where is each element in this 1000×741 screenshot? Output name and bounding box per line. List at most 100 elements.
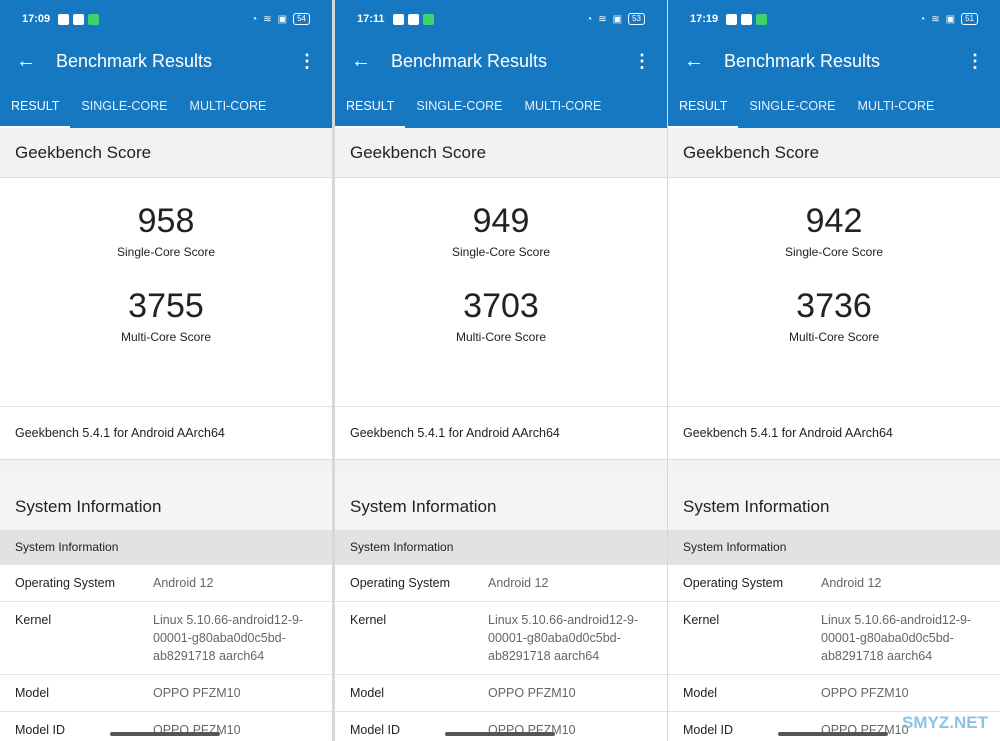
tab-result[interactable]: RESULT	[0, 85, 71, 128]
info-key: Model	[350, 686, 385, 700]
phone-screen: 17:11 ◔ ≋ ▣ 53 ← Benchmark Results ⋮ RESULT…	[335, 0, 667, 741]
system-info-header: System Information	[668, 470, 1000, 530]
more-options-icon[interactable]: ⋮	[966, 51, 984, 72]
system-info-header: System Information	[335, 470, 667, 530]
sim-icon: ▣	[277, 13, 288, 25]
info-row: Kernel Linux 5.10.66-android12-9-00001-g8…	[0, 602, 332, 675]
geekbench-score-header: Geekbench Score	[668, 128, 1000, 178]
info-key: Operating System	[683, 576, 784, 590]
tab-single-core[interactable]: SINGLE-CORE	[405, 85, 513, 128]
battery-icon: 51	[961, 13, 978, 25]
info-value: Linux 5.10.66-android12-9-00001-g80aba0d…	[488, 613, 639, 663]
phone-screen: 17:19 ◔ ≋ ▣ 51 ← Benchmark Results ⋮ RESULT…	[668, 0, 1000, 741]
status-bar: 17:09 ◔ ≋ ▣ 54	[0, 0, 332, 38]
divider	[668, 460, 1000, 470]
info-row: Model ID OPPO PFZM10	[335, 712, 667, 741]
multi-core-label: Multi-Core Score	[788, 330, 880, 344]
status-bar: 17:11 ◔ ≋ ▣ 53	[335, 0, 667, 38]
notification-icon	[407, 13, 419, 25]
info-key: Operating System	[350, 576, 451, 590]
tab-bar: RESULT SINGLE-CORE MULTI-CORE	[0, 85, 332, 128]
multi-core-score: 3755	[128, 287, 204, 325]
info-value: Android 12	[821, 576, 882, 590]
multi-core-label: Multi-Core Score	[120, 330, 212, 344]
speed-icon: ◔	[586, 13, 593, 25]
single-core-score: 958	[137, 202, 195, 240]
tab-bar: RESULT SINGLE-CORE MULTI-CORE	[335, 85, 667, 128]
info-value: Linux 5.10.66-android12-9-00001-g80aba0d…	[153, 613, 304, 663]
info-row: Model OPPO PFZM10	[668, 675, 1000, 712]
info-value: OPPO PFZM10	[821, 686, 909, 700]
tab-single-core[interactable]: SINGLE-CORE	[738, 85, 846, 128]
more-options-icon[interactable]: ⋮	[298, 51, 316, 72]
notification-icon	[756, 13, 768, 25]
divider	[0, 460, 332, 470]
notification-icon	[726, 13, 738, 25]
info-key: Model	[15, 686, 50, 700]
tab-single-core[interactable]: SINGLE-CORE	[70, 85, 178, 128]
single-core-label: Single-Core Score	[784, 245, 884, 259]
info-row: Model OPPO PFZM10	[0, 675, 332, 712]
info-key: Model ID	[15, 723, 66, 737]
gesture-bar	[445, 732, 555, 736]
info-value: OPPO PFZM10	[153, 723, 241, 737]
version-text: Geekbench 5.4.1 for Android AArch64	[668, 407, 1000, 460]
status-time: 17:09	[22, 13, 51, 25]
notification-icon	[422, 13, 434, 25]
info-key: Model ID	[350, 723, 401, 737]
info-key: Kernel	[350, 613, 387, 627]
notification-icon	[88, 13, 100, 25]
phone-screen: 17:09 ◔ ≋ ▣ 54 ← Benchmark Results ⋮ RESULT…	[0, 0, 332, 741]
notification-icon	[392, 13, 404, 25]
app-bar: 17:19 ◔ ≋ ▣ 51 ← Benchmark Results ⋮ RESULT…	[668, 0, 1000, 128]
notification-icon	[73, 13, 85, 25]
gesture-bar	[778, 732, 888, 736]
page-title: Benchmark Results	[56, 51, 213, 71]
back-arrow-icon[interactable]: ←	[351, 50, 391, 73]
multi-core-label: Multi-Core Score	[455, 330, 547, 344]
watermark: SMYZ.NET	[902, 713, 988, 732]
tab-multi-core[interactable]: MULTI-CORE	[179, 85, 278, 128]
gesture-bar	[110, 732, 220, 736]
more-options-icon[interactable]: ⋮	[633, 51, 651, 72]
tab-result[interactable]: RESULT	[668, 85, 739, 128]
status-bar: 17:19 ◔ ≋ ▣ 51	[668, 0, 1000, 38]
speed-icon: ◔	[251, 13, 258, 25]
info-row: Model OPPO PFZM10	[335, 675, 667, 712]
scores-section: 942 Single-Core Score 3736 Multi-Core Sc…	[668, 178, 1000, 407]
status-time: 17:11	[357, 13, 385, 25]
single-core-score: 949	[472, 202, 530, 240]
info-value: Android 12	[488, 576, 549, 590]
notification-icon	[58, 13, 70, 25]
sim-icon: ▣	[612, 13, 623, 25]
multi-core-score: 3736	[796, 287, 872, 325]
scores-section: 949 Single-Core Score 3703 Multi-Core Sc…	[335, 178, 667, 407]
info-row: Operating System Android 12	[668, 565, 1000, 602]
tab-bar: RESULT SINGLE-CORE MULTI-CORE	[668, 85, 1000, 128]
info-row: Kernel Linux 5.10.66-android12-9-00001-g8…	[668, 602, 1000, 675]
tab-multi-core[interactable]: MULTI-CORE	[847, 85, 946, 128]
battery-icon: 54	[293, 13, 310, 25]
page-title: Benchmark Results	[724, 51, 881, 71]
info-row: Kernel Linux 5.10.66-android12-9-00001-g8…	[335, 602, 667, 675]
info-key: Model	[683, 686, 718, 700]
wifi-icon: ≋	[263, 13, 272, 25]
back-arrow-icon[interactable]: ←	[684, 50, 724, 73]
wifi-icon: ≋	[931, 13, 940, 25]
info-value: OPPO PFZM10	[488, 723, 576, 737]
info-value: OPPO PFZM10	[153, 686, 241, 700]
info-key: Kernel	[683, 613, 720, 627]
tab-multi-core[interactable]: MULTI-CORE	[514, 85, 613, 128]
tab-result[interactable]: RESULT	[335, 85, 406, 128]
back-arrow-icon[interactable]: ←	[16, 50, 56, 73]
wifi-icon: ≋	[598, 13, 607, 25]
divider	[335, 460, 667, 470]
version-text: Geekbench 5.4.1 for Android AArch64	[0, 407, 332, 460]
info-value: Android 12	[153, 576, 214, 590]
info-row: Operating System Android 12	[0, 565, 332, 602]
info-row: Model ID OPPO PFZM10	[0, 712, 332, 741]
system-info-subheader: System Information	[668, 530, 1000, 565]
multi-core-score: 3703	[463, 287, 539, 325]
page-title: Benchmark Results	[391, 51, 548, 71]
info-key: Kernel	[15, 613, 52, 627]
